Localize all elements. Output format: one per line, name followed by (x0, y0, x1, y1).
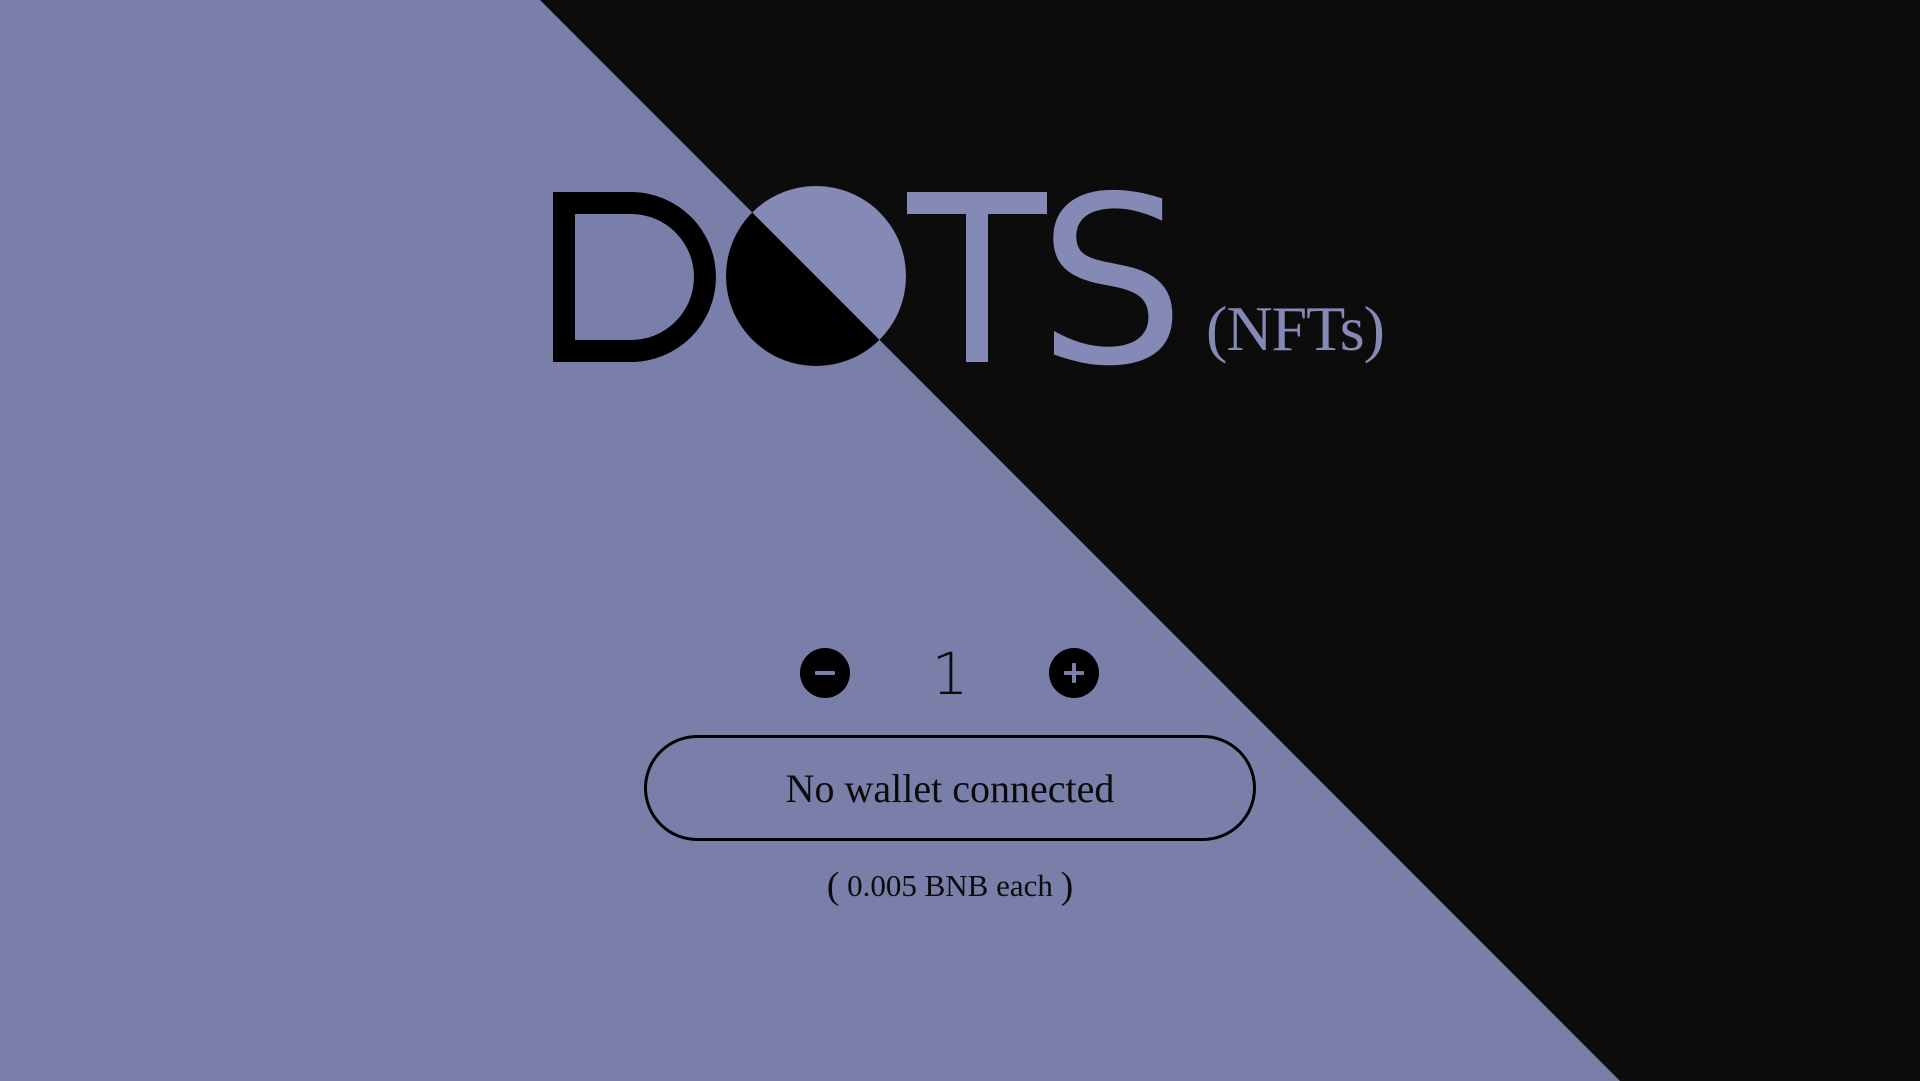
price-close-paren: ) (1060, 865, 1074, 907)
increase-quantity-button[interactable] (1049, 648, 1099, 698)
split-background (0, 0, 1920, 1081)
quantity-stepper: 1 (800, 642, 1100, 706)
plus-icon (1064, 663, 1084, 683)
quantity-value: 1 (931, 640, 969, 708)
price-open-paren: ( (826, 865, 840, 907)
wallet-button[interactable]: No wallet connected (644, 735, 1256, 841)
wallet-button-label: No wallet connected (785, 765, 1115, 811)
decrease-quantity-button[interactable] (800, 648, 850, 698)
price-text: 0.005 BNB each (847, 868, 1053, 903)
minus-icon (815, 671, 835, 675)
logo-suffix: (NFTs) (1206, 293, 1385, 364)
price-label: ( 0.005 BNB each ) (700, 866, 1200, 906)
